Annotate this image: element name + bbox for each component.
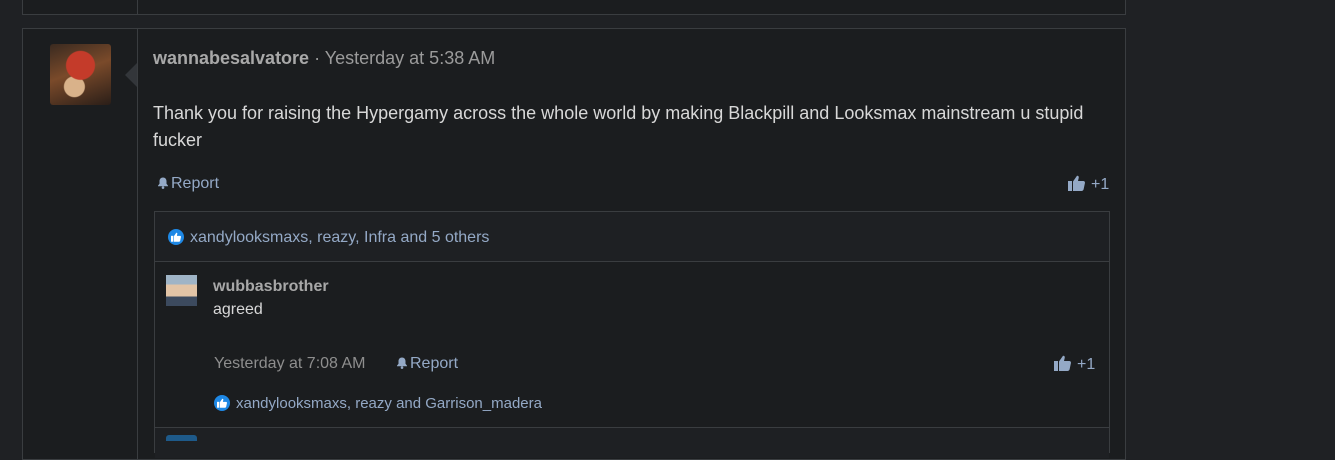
post-username[interactable]: wannabesalvatore — [153, 48, 309, 68]
previous-post-divider — [137, 0, 138, 14]
post-container: wannabesalvatore · Yesterday at 5:38 AM … — [22, 28, 1126, 460]
previous-post-edge — [22, 0, 1126, 15]
reply-like-count: +1 — [1077, 356, 1096, 373]
reply-likes-summary-text: xandylooksmaxs, reazy and Garrison_mader… — [236, 395, 542, 412]
likes-summary-text: xandylooksmaxs, reazy, Infra and 5 other… — [190, 229, 490, 246]
thumbs-up-icon — [1054, 355, 1071, 371]
reply-likes-summary-link[interactable]: xandylooksmaxs, reazy and Garrison_mader… — [214, 395, 542, 412]
header-separator: · — [314, 48, 321, 68]
like-count: +1 — [1091, 176, 1110, 193]
report-button[interactable]: Report — [157, 175, 219, 193]
post-main: wannabesalvatore · Yesterday at 5:38 AM … — [138, 29, 1125, 459]
bell-icon — [397, 357, 407, 369]
avatar[interactable] — [50, 44, 111, 105]
likes-summary-link[interactable]: xandylooksmaxs, reazy, Infra and 5 other… — [168, 229, 489, 247]
like-reaction-icon — [214, 395, 230, 411]
thumbs-up-icon — [1068, 175, 1085, 191]
likes-bar: xandylooksmaxs, reazy, Infra and 5 other… — [155, 212, 1109, 262]
reply-report-label: Report — [410, 355, 459, 372]
post-body: Thank you for raising the Hypergamy acro… — [153, 103, 1084, 150]
post-timestamp[interactable]: Yesterday at 5:38 AM — [325, 48, 495, 68]
next-reply-avatar — [166, 435, 197, 441]
next-reply-edge — [155, 427, 1109, 458]
reply-report-button[interactable]: Report — [396, 355, 458, 373]
post-user-column — [23, 29, 138, 459]
bell-icon — [158, 177, 168, 189]
reply-like-button[interactable]: +1 — [1054, 355, 1095, 374]
speech-arrow — [125, 63, 137, 87]
reply-timestamp[interactable]: Yesterday at 7:08 AM — [214, 355, 366, 373]
reply-text: agreed — [213, 301, 263, 318]
comment-box: xandylooksmaxs, reazy, Infra and 5 other… — [154, 211, 1110, 458]
post-header: wannabesalvatore · Yesterday at 5:38 AM — [153, 48, 495, 69]
like-reaction-icon — [168, 229, 184, 245]
reply-username[interactable]: wubbasbrother — [213, 278, 329, 296]
like-button[interactable]: +1 — [1068, 175, 1109, 194]
reply-avatar[interactable] — [166, 275, 197, 306]
report-label: Report — [171, 175, 220, 192]
